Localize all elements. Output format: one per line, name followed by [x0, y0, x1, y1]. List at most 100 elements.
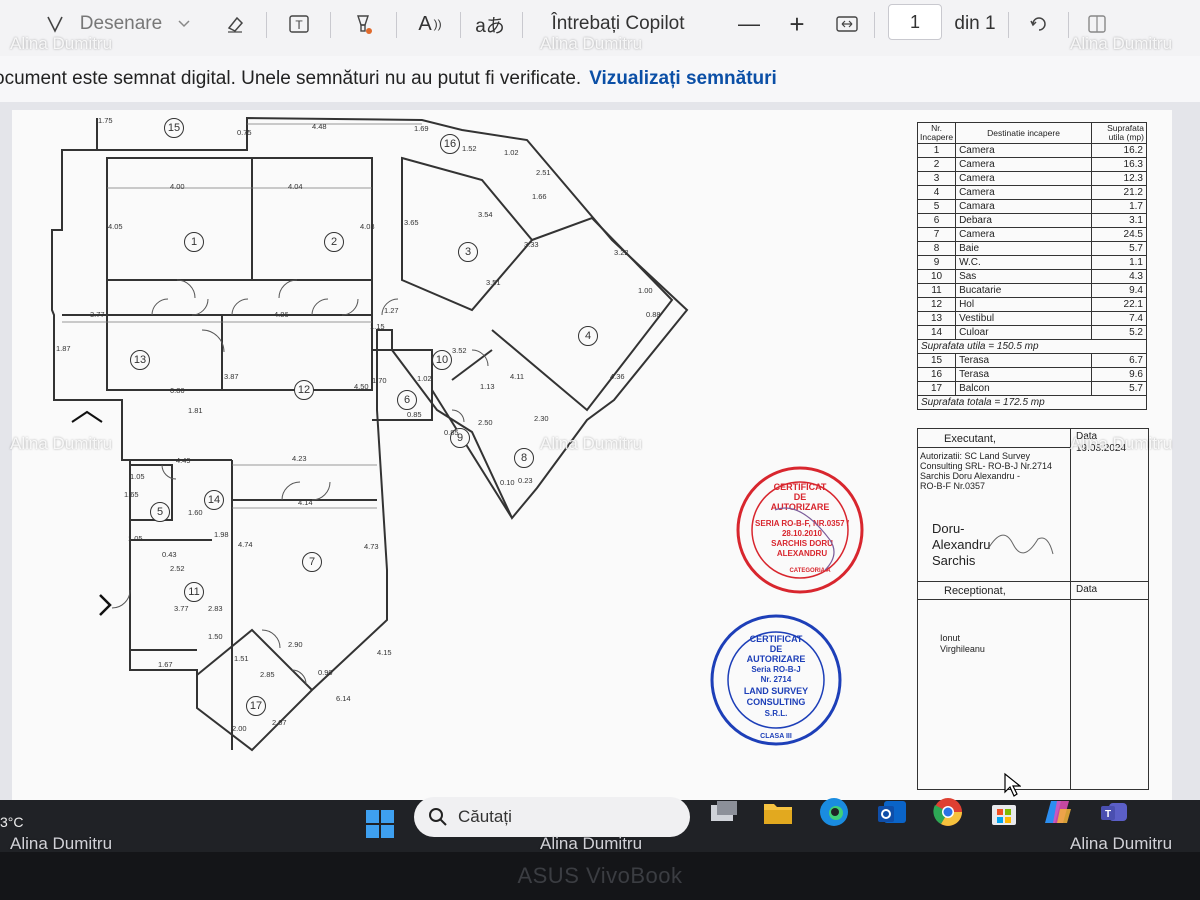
legend-cell-name: Camara	[955, 199, 1092, 214]
red-stamp-line8: CATEGORIA A	[789, 568, 831, 574]
task-view-icon[interactable]	[706, 794, 742, 830]
dimension-label: 0.90	[318, 668, 333, 677]
chrome-icon[interactable]	[930, 794, 966, 830]
legend-cell-nr: 7	[916, 227, 957, 242]
chevron-down-icon[interactable]	[172, 6, 196, 42]
view-signatures-link[interactable]: Vizualizați semnături	[589, 68, 777, 90]
legend-cell-name: W.C.	[955, 255, 1092, 270]
legend-cell-area: 1.1	[1091, 255, 1147, 270]
highlight-icon[interactable]	[346, 6, 380, 42]
search-placeholder: Căutați	[458, 807, 512, 826]
store-icon[interactable]	[986, 794, 1022, 830]
room-number: 6	[397, 390, 417, 410]
data-label-2: Data	[1076, 584, 1098, 595]
dimension-label: 1.51	[234, 654, 249, 663]
receiver-name: Ionut Virghileanu	[940, 633, 985, 655]
room-number: 12	[294, 380, 314, 400]
dimension-label: 6.14	[336, 694, 351, 703]
legend-rooms: 1 Camera 16.2 2 Camera 16.3 3 Camera 12.3 4 Camera…	[916, 143, 1147, 340]
dimension-label: 1.52	[462, 144, 477, 153]
legend-cell-area: 5.7	[1091, 381, 1147, 396]
legend-row: 3 Camera 12.3	[916, 171, 1147, 186]
legend-grand-total: Suprafata totala = 172.5 mp	[917, 395, 1147, 410]
dimension-label: 4.00	[170, 182, 185, 191]
watermark: Alina Dumitru	[1070, 34, 1173, 53]
legend-cell-name: Baie	[955, 241, 1092, 256]
watermark: Alina Dumitru	[10, 34, 113, 53]
legend-cell-name: Camera	[955, 227, 1092, 242]
outlook-icon[interactable]	[874, 794, 910, 830]
dimension-label: 1.15	[370, 322, 385, 331]
blue-stamp-line5: Nr. 2714	[761, 675, 792, 684]
pdf-page: 1 2 3 4 5 6 7 8 9 10 11 12 13 14 15 16 17 1.75 0.75 4.48 1.6…	[12, 110, 1172, 800]
red-stamp-line2: DE	[794, 492, 807, 502]
taskbar-search[interactable]: Căutați	[414, 797, 690, 837]
text-box-icon[interactable]: T	[282, 6, 316, 42]
legend-cell-nr: 17	[916, 381, 957, 396]
dimension-label: 3.33	[524, 240, 539, 249]
eraser-icon[interactable]	[218, 6, 252, 42]
blue-stamp-line3: AUTORIZARE	[747, 654, 806, 664]
receptionat-label: Receptionat,	[944, 585, 1006, 597]
legend-cell-name: Terasa	[955, 367, 1092, 382]
dimension-label: 4.14	[298, 498, 313, 507]
room-number: 4	[578, 326, 598, 346]
blue-stamp-line6: LAND SURVEY	[744, 686, 808, 696]
rotate-icon[interactable]	[1022, 6, 1056, 42]
legend-cell-name: Bucatarie	[955, 283, 1092, 298]
dimension-label: 3.54	[478, 210, 493, 219]
legend-cell-nr: 11	[916, 283, 957, 298]
dimension-label: 1.13	[480, 382, 495, 391]
dimension-label: 2.07	[272, 718, 287, 727]
legend-cell-nr: 8	[916, 241, 957, 256]
dimension-label: 2.30	[534, 414, 549, 423]
dimension-label: 0.23	[518, 476, 533, 485]
dimension-label: 2.00	[232, 724, 247, 733]
legend-row: 7 Camera 24.5	[916, 227, 1147, 242]
file-explorer-icon[interactable]	[760, 794, 796, 830]
room-number: 11	[184, 582, 204, 602]
search-icon	[429, 808, 447, 826]
legend-useful-total: Suprafata utila = 150.5 mp	[917, 339, 1147, 354]
legend-cell-area: 1.7	[1091, 199, 1147, 214]
red-stamp-line6: SARCHIS DORU	[771, 539, 833, 548]
signature-box: Executant, Data 19.08.2024 Autorizatii: …	[917, 428, 1149, 790]
room-number: 16	[440, 134, 460, 154]
legend-cell-area: 12.3	[1091, 171, 1147, 186]
copilot-icon[interactable]	[1040, 794, 1076, 830]
dimension-label: 1.27	[384, 306, 399, 315]
room-number: 7	[302, 552, 322, 572]
teams-icon[interactable]: T	[1096, 794, 1132, 830]
blue-certificate-stamp: CERTIFICAT DE AUTORIZARE Seria RO-B-J Nr…	[710, 614, 842, 746]
room-number: 1	[184, 232, 204, 252]
legend-cell-name: Camera	[955, 157, 1092, 172]
dimension-label: 1.87	[56, 344, 71, 353]
weather-temp[interactable]: 3°C	[0, 814, 24, 830]
translate-icon[interactable]: aあ	[472, 6, 508, 42]
red-stamp-line3: AUTORIZARE	[771, 502, 830, 512]
read-aloud-label: A	[418, 12, 432, 35]
blue-stamp-line4: Seria RO-B-J	[751, 665, 800, 674]
edge-icon[interactable]	[816, 794, 852, 830]
dimension-label: 1.50	[208, 632, 223, 641]
room-number: 8	[514, 448, 534, 468]
dimension-label: 0.43	[162, 550, 177, 559]
legend-cell-area: 24.5	[1091, 227, 1147, 242]
windows-start-icon[interactable]	[362, 806, 398, 842]
room-number: 15	[164, 118, 184, 138]
dimension-label: 0.88	[646, 310, 661, 319]
legend-cell-name: Terasa	[955, 353, 1092, 368]
legend-header-row: Nr. Incapere Destinatie incapere Suprafa…	[916, 122, 1147, 144]
dimension-label: 2.50	[478, 418, 493, 427]
legend-cell-nr: 4	[916, 185, 957, 200]
page-number-input[interactable]: 1	[888, 4, 942, 40]
fit-width-icon[interactable]	[832, 6, 862, 42]
red-stamp-line1: CERTIFICAT	[774, 482, 827, 492]
dimension-label: 3.77	[174, 604, 189, 613]
read-aloud-icon[interactable]: A))	[410, 6, 450, 42]
dimension-label: 1.67	[158, 660, 173, 669]
zoom-out-button[interactable]: —	[734, 6, 764, 42]
legend-row: 14 Culoar 5.2	[916, 325, 1147, 340]
zoom-in-button[interactable]: +	[782, 6, 812, 42]
dimension-label: 1.70	[372, 376, 387, 385]
